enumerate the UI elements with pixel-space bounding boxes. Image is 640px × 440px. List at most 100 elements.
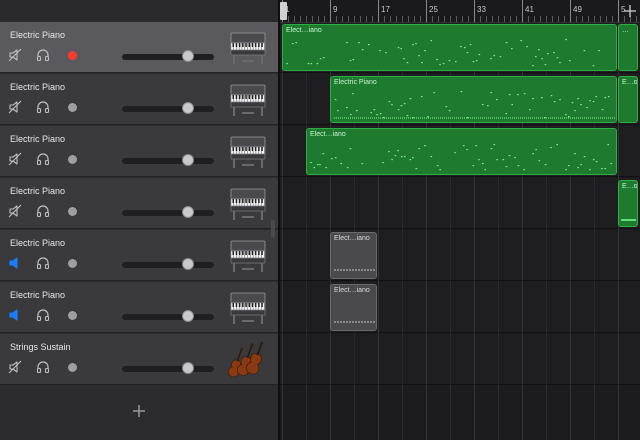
ruler-minor-tick	[348, 16, 349, 22]
mute-button[interactable]	[8, 100, 22, 114]
ruler-minor-tick	[300, 16, 301, 22]
ruler-minor-tick	[564, 16, 565, 22]
ruler-major-tick	[474, 0, 475, 22]
empty-region[interactable]: Elect…iano	[330, 232, 377, 279]
volume-slider-knob[interactable]	[182, 102, 194, 114]
instrument-icon[interactable]	[228, 30, 268, 66]
region-notes	[334, 91, 615, 119]
volume-slider-knob[interactable]	[182, 154, 194, 166]
track-lane[interactable]	[280, 178, 640, 229]
region-notes	[310, 144, 613, 171]
bar-number: 25	[429, 5, 438, 14]
ruler-minor-tick	[558, 16, 559, 22]
timeline-ruler[interactable]: 1 9 17 25 33 41 49 5	[280, 0, 640, 23]
ruler-minor-tick	[294, 16, 295, 22]
volume-slider-knob[interactable]	[182, 206, 194, 218]
volume-slider-track	[122, 314, 214, 320]
ruler-minor-tick	[552, 16, 553, 22]
solo-button[interactable]	[36, 100, 50, 114]
mute-button[interactable]	[8, 308, 22, 322]
record-enable-button[interactable]	[65, 360, 79, 374]
midi-region[interactable]: …	[618, 24, 638, 71]
arrange-area[interactable]: Elect…iano… Electric Piano E…o Elect…iano E……	[280, 0, 640, 440]
instrument-icon[interactable]	[228, 134, 268, 170]
region-notes	[619, 25, 638, 71]
ruler-minor-tick	[588, 16, 589, 22]
volume-slider[interactable]	[122, 102, 214, 114]
instrument-icon[interactable]	[228, 82, 268, 118]
mute-button[interactable]	[8, 152, 22, 166]
solo-button[interactable]	[36, 360, 50, 374]
mute-button[interactable]	[8, 48, 22, 62]
ruler-minor-tick	[390, 16, 391, 22]
record-enable-button[interactable]	[65, 256, 79, 270]
instrument-icon[interactable]	[228, 338, 268, 378]
midi-region[interactable]: Elect…iano	[282, 24, 617, 71]
volume-slider[interactable]	[122, 310, 214, 322]
ruler-minor-tick	[534, 16, 535, 22]
record-icon	[67, 258, 77, 268]
ruler-minor-tick	[504, 16, 505, 22]
track-header[interactable]: Electric Piano	[0, 22, 278, 73]
track-header[interactable]: Electric Piano	[0, 74, 278, 125]
mute-button[interactable]	[8, 256, 22, 270]
ruler-minor-tick	[384, 16, 385, 22]
empty-region[interactable]: Elect…iano	[330, 284, 377, 331]
volume-slider-knob[interactable]	[182, 50, 194, 62]
solo-button[interactable]	[36, 152, 50, 166]
volume-slider[interactable]	[122, 154, 214, 166]
track-header[interactable]: Electric Piano	[0, 178, 278, 229]
instrument-icon[interactable]	[228, 238, 268, 274]
volume-slider[interactable]	[122, 258, 214, 270]
midi-region[interactable]: Electric Piano	[330, 76, 617, 123]
volume-slider[interactable]	[122, 50, 214, 62]
track-header[interactable]: Electric Piano	[0, 282, 278, 333]
ruler-major-tick	[570, 0, 571, 22]
ruler-minor-tick	[444, 16, 445, 22]
solo-button[interactable]	[36, 204, 50, 218]
add-section-button[interactable]	[623, 4, 637, 18]
headphones-icon	[36, 205, 50, 218]
playhead[interactable]	[280, 2, 287, 20]
mute-button[interactable]	[8, 204, 22, 218]
ruler-minor-tick	[492, 16, 493, 22]
midi-region[interactable]: E…o	[618, 180, 638, 227]
track-header[interactable]: Strings Sustain	[0, 334, 278, 385]
instrument-icon[interactable]	[228, 290, 268, 326]
record-enable-button[interactable]	[65, 152, 79, 166]
volume-slider[interactable]	[122, 206, 214, 218]
solo-button[interactable]	[36, 48, 50, 62]
instrument-icon[interactable]	[228, 186, 268, 222]
ruler-minor-tick	[546, 16, 547, 22]
midi-region[interactable]: E…o	[618, 76, 638, 123]
volume-slider[interactable]	[122, 362, 214, 374]
region-notes	[621, 219, 636, 221]
region-notes	[619, 77, 638, 123]
record-enable-button[interactable]	[65, 204, 79, 218]
track-header[interactable]: Electric Piano	[0, 126, 278, 177]
volume-slider-knob[interactable]	[182, 362, 194, 374]
ruler-minor-tick	[462, 16, 463, 22]
track-lane[interactable]	[280, 334, 640, 385]
solo-button[interactable]	[36, 308, 50, 322]
record-enable-button[interactable]	[65, 100, 79, 114]
record-armed-icon	[67, 50, 77, 60]
volume-slider-track	[122, 106, 214, 112]
track-header[interactable]: Electric Piano	[0, 230, 278, 281]
record-enable-button[interactable]	[65, 308, 79, 322]
bar-number: 49	[573, 5, 582, 14]
track-header-top-strip	[0, 0, 278, 22]
track-list-resize-handle[interactable]	[271, 220, 275, 238]
ruler-minor-tick	[342, 16, 343, 22]
plus-icon	[624, 5, 636, 17]
record-enable-button[interactable]	[65, 48, 79, 62]
volume-slider-knob[interactable]	[182, 258, 194, 270]
ruler-minor-tick	[540, 16, 541, 22]
solo-button[interactable]	[36, 256, 50, 270]
midi-region[interactable]: Elect…iano	[306, 128, 617, 175]
volume-slider-knob[interactable]	[182, 310, 194, 322]
ruler-minor-tick	[354, 16, 355, 22]
strings-icon	[228, 338, 265, 378]
add-track-button[interactable]	[128, 400, 150, 422]
mute-button[interactable]	[8, 360, 22, 374]
